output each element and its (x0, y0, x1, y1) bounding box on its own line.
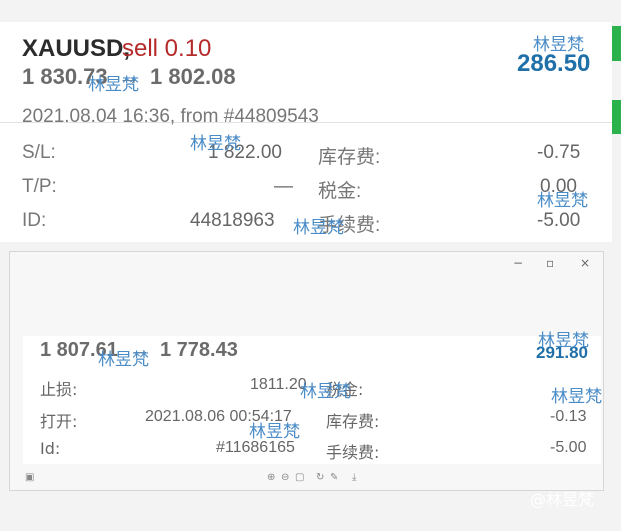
commission-value: -5.00 (537, 210, 581, 231)
detail-id-label: Id: (40, 439, 61, 458)
order-side: sell 0.10 (122, 35, 212, 62)
tp-label: T/P: (22, 176, 57, 197)
detail-sl-label: 止损: (40, 380, 78, 399)
zoom-out-icon[interactable]: ⊖ (281, 472, 289, 483)
watermark: 林昱梵 (249, 422, 300, 442)
watermark: 林昱梵 (537, 191, 588, 211)
tp-value: — (274, 176, 293, 197)
save-icon[interactable]: ▣ (25, 472, 34, 483)
accent-strip-top (612, 26, 621, 61)
tax-label: 税金: (318, 181, 362, 202)
id-label: ID: (22, 210, 47, 231)
watermark: 林昱梵 (551, 387, 602, 407)
swap-value: -0.75 (537, 142, 581, 163)
fit-icon[interactable]: ▢ (295, 472, 304, 483)
download-icon[interactable]: ⤓ (352, 472, 356, 483)
symbol: XAUUSD, (22, 35, 131, 62)
watermark: 林昱梵 (300, 382, 351, 402)
detail-commission-value: -5.00 (550, 439, 587, 456)
sl-label: S/L: (22, 142, 56, 163)
watermark: 林昱梵 (190, 134, 241, 154)
watermark: 林昱梵 (533, 35, 584, 55)
minimize-button[interactable]: − (513, 256, 523, 270)
footer-watermark: @林昱梵 (530, 490, 595, 509)
detail-swap-value: -0.13 (550, 408, 587, 425)
watermark: 林昱梵 (538, 331, 589, 351)
open-info: 2021.08.04 16:36, from #44809543 (22, 106, 319, 127)
detail-current-price: 1 778.43 (160, 339, 238, 361)
swap-label: 库存费: (318, 147, 381, 168)
zoom-in-icon[interactable]: ⊕ (267, 472, 275, 483)
detail-swap-label: 库存费: (326, 412, 380, 431)
current-price: 1 802.08 (150, 64, 236, 89)
detail-open-label: 打开: (40, 412, 78, 431)
close-button[interactable]: × (580, 256, 590, 270)
edit-icon[interactable]: ✎ (330, 472, 338, 483)
watermark: 林昱梵 (293, 218, 344, 238)
maximize-button[interactable]: ▫ (546, 256, 554, 270)
rotate-icon[interactable]: ↻ (316, 472, 324, 483)
watermark: 林昱梵 (98, 350, 149, 370)
accent-strip-mid (612, 100, 621, 134)
id-value: 44818963 (190, 210, 275, 231)
detail-commission-label: 手续费: (326, 443, 380, 462)
watermark: 林昱梵 (88, 75, 139, 95)
detail-sl-value: 1811.20 (250, 376, 307, 393)
